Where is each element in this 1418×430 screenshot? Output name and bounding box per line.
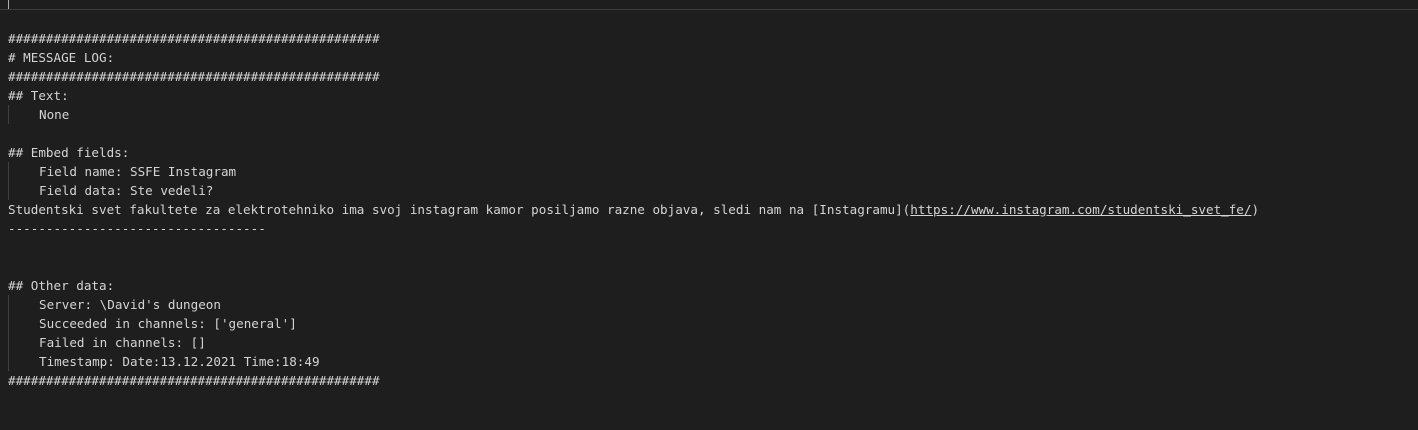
other-data-heading: ## Other data: (8, 278, 115, 293)
message-body-text: Studentski svet fakultete za elektrotehn… (8, 202, 911, 217)
message-body-line: Studentski svet fakultete za elektrotehn… (8, 200, 1408, 219)
timestamp-line: Timestamp: Date:13.12.2021 Time:18:49 (8, 352, 1408, 371)
text-value: None (8, 105, 1408, 124)
border-line-top: ########################################… (8, 31, 380, 46)
border-line-bottom: ########################################… (8, 373, 380, 388)
message-body-close: ) (1251, 202, 1260, 217)
text-heading: ## Text: (8, 88, 69, 103)
text-caret (8, 0, 9, 9)
field-name-line: Field name: SSFE Instagram (8, 162, 1408, 181)
message-log-output[interactable]: ########################################… (8, 29, 1408, 390)
failed-channels-line: Failed in channels: [] (8, 333, 1408, 352)
terminal-output-panel: ########################################… (0, 0, 1418, 430)
input-box[interactable] (0, 0, 1418, 10)
field-data-line: Field data: Ste vedeli? (8, 181, 1408, 200)
embed-fields-heading: ## Embed fields: (8, 145, 130, 160)
instagram-link[interactable]: https://www.instagram.com/studentski_sve… (910, 202, 1251, 217)
border-line-mid: ########################################… (8, 69, 380, 84)
server-line: Server: \David's dungeon (8, 295, 1408, 314)
separator-line: ---------------------------------- (8, 221, 266, 236)
message-log-title: # MESSAGE LOG: (8, 50, 115, 65)
succeeded-channels-line: Succeeded in channels: ['general'] (8, 314, 1408, 333)
